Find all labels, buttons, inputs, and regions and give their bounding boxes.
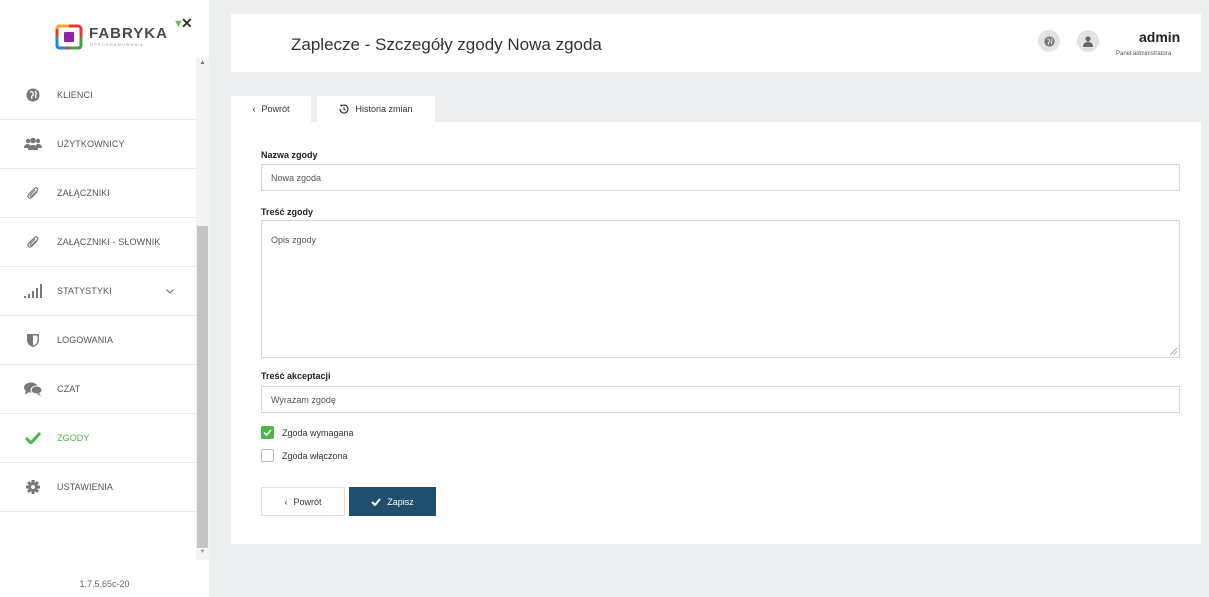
chevron-down-icon[interactable] [166,286,174,296]
check-icon [263,429,272,436]
sidebar-item-label: UŻYTKOWNICY [57,139,125,149]
sidebar-item-label: ZAŁĄCZNIKI - SŁOWNIK [57,237,161,247]
scrollbar-thumb[interactable] [197,226,208,548]
back-button-label: Powrót [293,496,322,507]
history-icon [339,104,350,114]
resize-handle-icon[interactable] [1170,348,1177,355]
required-label[interactable]: Zgoda wymagana [282,428,354,438]
sidebar-menu: KLIENCI UŻYTKOWNICY ZAŁĄCZNIKI ZAŁĄCZNIK… [0,71,196,512]
consent-form: Nazwa zgody Nowa zgoda Treść zgody Opis … [231,122,1201,544]
sidebar-item-label: KLIENCI [57,90,93,100]
users-icon [24,135,42,153]
tab-history-label: Historia zmian [355,104,413,114]
sidebar-item-label: USTAWIENIA [57,482,114,492]
back-button[interactable]: ‹ Powrót [261,487,345,516]
check-icon [371,497,382,506]
page-title: Zaplecze - Szczegóły zgody Nowa zgoda [291,35,602,54]
enabled-label[interactable]: Zgoda włączona [282,451,348,461]
sidebar-item-logowania[interactable]: LOGOWANIA [0,316,196,365]
logo-text: FABRYKA [89,25,168,42]
sidebar-item-uzytkownicy[interactable]: UŻYTKOWNICY [0,120,196,169]
save-button[interactable]: Zapisz [349,487,436,516]
user-role: Panel administratora [1116,51,1172,57]
shield-icon [24,331,42,349]
accept-label: Treść akceptacji [261,371,331,381]
tab-back-label: Powrót [261,104,290,114]
paperclip-icon [24,233,42,251]
logo-icon [55,24,83,50]
globe-icon [1043,35,1055,47]
chat-icon [24,380,42,398]
globe-button[interactable] [1038,30,1060,52]
check-icon [24,429,42,447]
save-button-label: Zapisz [387,496,414,507]
signal-bars-icon [24,282,42,300]
name-label: Nazwa zgody [261,150,318,160]
scroll-up-arrow-icon[interactable]: ▲ [197,58,208,68]
content-label: Treść zgody [261,207,314,217]
enabled-checkbox[interactable] [261,449,274,462]
content-textarea[interactable]: Opis zgody [261,220,1180,358]
sidebar-item-label: ZAŁĄCZNIKI [57,188,111,198]
sidebar-item-zalaczniki[interactable]: ZAŁĄCZNIKI [0,169,196,218]
globe-icon [24,86,42,104]
name-value: Nowa zgoda [271,172,322,183]
sidebar: FABRYKA OPROGRAMOWANIA ▼ ✕ KLIENCI UŻYTK… [0,0,209,597]
content-value: Opis zgody [271,235,317,245]
sidebar-item-label: ZGODY [57,433,90,443]
logo-subtext: OPROGRAMOWANIA [90,42,144,47]
page-header: Zaplecze - Szczegóły zgody Nowa zgoda ad… [231,14,1201,72]
user-icon [1083,35,1093,47]
tab-history[interactable]: Historia zmian [317,96,435,122]
sidebar-item-ustawienia[interactable]: USTAWIENIA [0,463,196,512]
sidebar-item-label: LOGOWANIA [57,335,114,345]
sidebar-item-label: CZAT [57,384,81,394]
sidebar-item-klienci[interactable]: KLIENCI [0,71,196,120]
close-icon[interactable]: ✕ [181,15,193,32]
sidebar-item-statystyki[interactable]: STATYSTYKI [0,267,196,316]
sidebar-item-label: STATYSTYKI [57,286,112,296]
accept-value: Wyrażam zgodę [271,394,336,405]
app-version: 1.7.5.65c-20 [79,579,130,589]
paperclip-icon [24,184,42,202]
sidebar-item-czat[interactable]: CZAT [0,365,196,414]
logo[interactable]: FABRYKA OPROGRAMOWANIA [0,0,209,62]
gear-icon [24,478,42,496]
accept-input[interactable]: Wyrażam zgodę [261,386,1180,413]
sidebar-item-zalaczniki-slownik[interactable]: ZAŁĄCZNIKI - SŁOWNIK [0,218,196,267]
user-name[interactable]: admin [1139,29,1180,45]
tab-back[interactable]: ‹ Powrót [231,96,311,122]
scroll-down-arrow-icon[interactable]: ▼ [197,547,208,557]
sidebar-item-zgody[interactable]: ZGODY [0,414,196,463]
user-button[interactable] [1077,30,1099,52]
chevron-left-icon: ‹ [252,104,256,114]
chevron-left-icon: ‹ [284,496,288,507]
required-checkbox[interactable] [261,426,274,439]
name-input[interactable]: Nowa zgoda [261,164,1180,191]
